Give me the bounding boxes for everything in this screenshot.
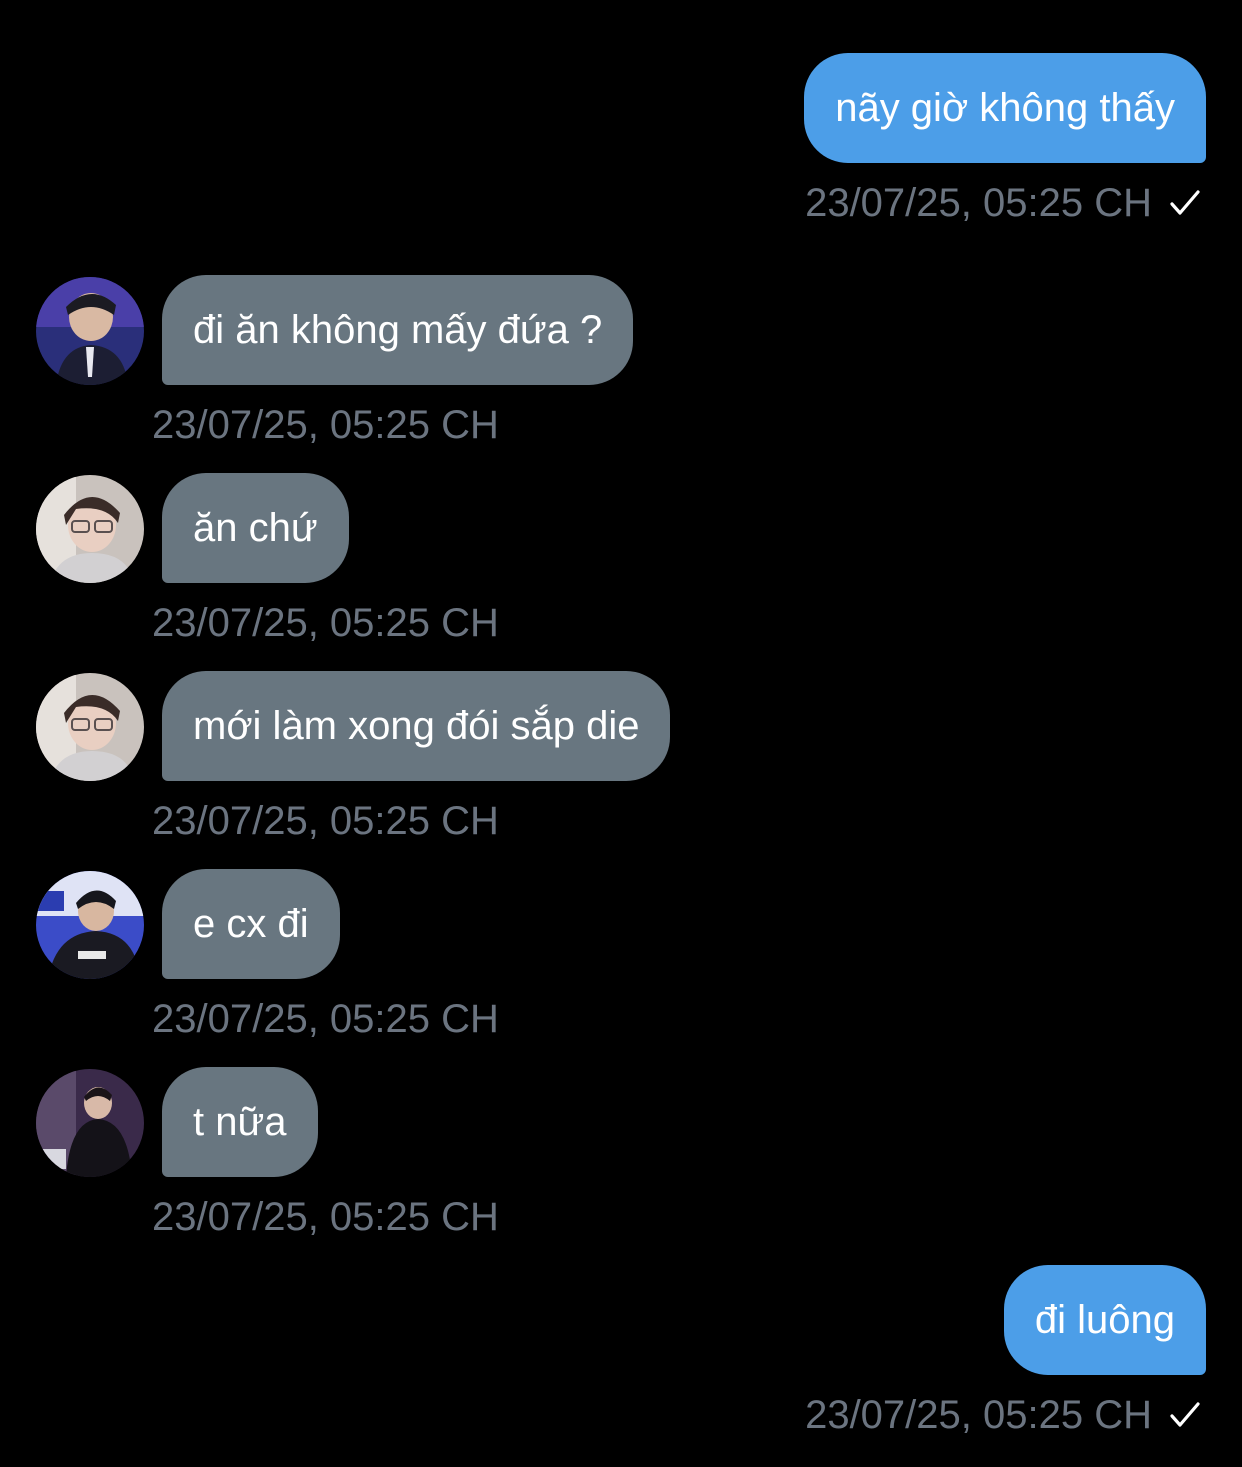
message-text: nãy giờ không thấy [835,86,1175,130]
avatar[interactable] [36,475,144,583]
outgoing-message-bubble[interactable]: đi luông [1003,1265,1206,1375]
message-timestamp: 23/07/25, 05:25 CH [152,799,499,843]
avatar[interactable] [36,871,144,979]
message-timestamp: 23/07/25, 05:25 CH [152,1195,499,1239]
message-text: mới làm xong đói sắp die [193,704,640,748]
chat-thread: nãy giờ không thấy 23/07/25, 05:25 CH đi… [0,0,1242,1467]
message-timestamp: 23/07/25, 05:25 CH [805,181,1152,225]
incoming-message-bubble[interactable]: t nữa [162,1067,318,1177]
message-text: t nữa [193,1100,287,1144]
sent-check-icon [1170,1402,1200,1427]
message-timestamp: 23/07/25, 05:25 CH [152,997,499,1041]
incoming-message-bubble[interactable]: đi ăn không mấy đứa ? [162,275,634,385]
message-timestamp: 23/07/25, 05:25 CH [805,1393,1152,1437]
message-text: e cx đi [193,902,309,946]
message-text: đi ăn không mấy đứa ? [193,308,603,352]
message-meta: 23/07/25, 05:25 CH [805,183,1202,223]
avatar[interactable] [36,673,144,781]
incoming-message-bubble[interactable]: e cx đi [162,869,340,979]
message-text: đi luông [1034,1298,1175,1342]
incoming-message-bubble[interactable]: ăn chứ [162,473,349,583]
message-timestamp: 23/07/25, 05:25 CH [152,601,499,645]
avatar[interactable] [36,277,144,385]
message-text: ăn chứ [193,506,318,550]
outgoing-message-bubble[interactable]: nãy giờ không thấy [804,53,1206,163]
message-meta: 23/07/25, 05:25 CH [805,1395,1202,1435]
sent-check-icon [1170,190,1200,215]
incoming-message-bubble[interactable]: mới làm xong đói sắp die [162,671,671,781]
message-timestamp: 23/07/25, 05:25 CH [152,403,499,447]
avatar[interactable] [36,1069,144,1177]
